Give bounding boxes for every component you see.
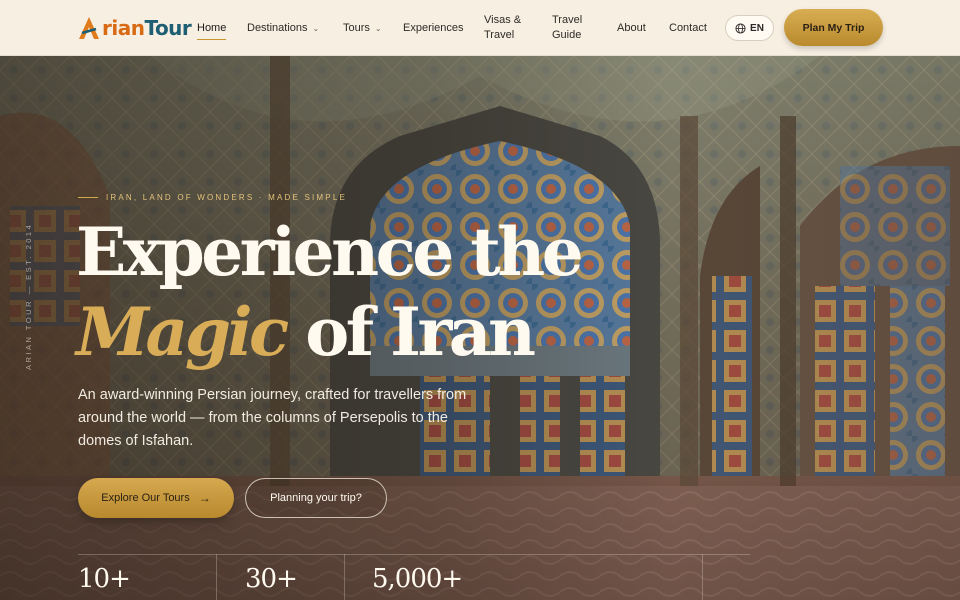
chevron-down-icon: ⌄ [312,23,320,33]
language-label: EN [750,22,764,34]
stat-value: 10+ [78,564,131,594]
logo-text: rianTour [102,16,192,40]
nav-label: Experiences [403,21,464,34]
nav-item-experiences[interactable]: Experiences [403,0,464,56]
vertical-tagline: ARIAN TOUR — EST. 2014 [24,222,33,370]
nav-item-visas[interactable]: Visas & Travel [484,0,521,56]
hero-description: An award-winning Persian journey, crafte… [78,387,467,449]
nav-label: Tours [343,21,370,34]
stat-separator [702,554,703,600]
headline-line-1: Experience the [76,213,584,291]
hero-eyebrow: IRAN, LAND OF WONDERS · MADE SIMPLE [78,193,347,202]
nav-label: Contact [669,21,707,34]
logo[interactable]: rianTour [78,14,192,42]
eyebrow-text: IRAN, LAND OF WONDERS · MADE SIMPLE [106,193,348,202]
button-label: Explore Our Tours [101,492,190,504]
stat-separator [216,554,217,600]
stat-separator [344,554,345,600]
nav-label: Travel [484,29,515,41]
nav-item-about[interactable]: About [617,0,646,56]
planning-trip-button[interactable]: Planning your trip? [245,478,387,518]
nav-item-destinations[interactable]: Destinations ⌄ [247,0,319,56]
language-switcher[interactable]: EN [725,15,774,41]
site-header: rianTour Home Destinations ⌄ Tours ⌄ Exp… [0,0,960,56]
stats-divider [78,554,750,555]
plan-my-trip-button[interactable]: Plan My Trip [784,9,883,46]
nav-label: Travel [552,14,583,26]
headline-line-2: Magic of Iran [76,292,580,372]
nav-item-tours[interactable]: Tours ⌄ [343,0,382,56]
nav-item-home[interactable]: Home [197,0,227,56]
stat-value: 5,000+ [372,564,463,594]
headline-rest: of Iran [305,293,536,371]
nav-item-contact[interactable]: Contact [669,0,707,56]
stat-value: 30+ [245,564,298,594]
logo-text-part: Tour [144,16,192,40]
globe-icon [735,22,746,34]
arrow-right-icon: → [198,491,211,505]
nav-label: Visas & [484,14,522,26]
logo-text-part: rian [102,16,145,40]
nav-label: Home [197,21,227,34]
headline-highlight: Magic [76,293,289,371]
chevron-down-icon: ⌄ [374,23,382,33]
nav-label: Guide [552,29,582,41]
nav-label: Destinations [247,21,308,34]
nav-item-travel-guide[interactable]: Travel Guide [552,0,582,56]
logo-icon [79,17,99,39]
nav-label: About [617,21,646,34]
hero-headline: Experience the Magic of Iran [76,212,584,372]
eyebrow-divider [78,197,98,198]
explore-tours-button[interactable]: Explore Our Tours → [78,478,234,518]
